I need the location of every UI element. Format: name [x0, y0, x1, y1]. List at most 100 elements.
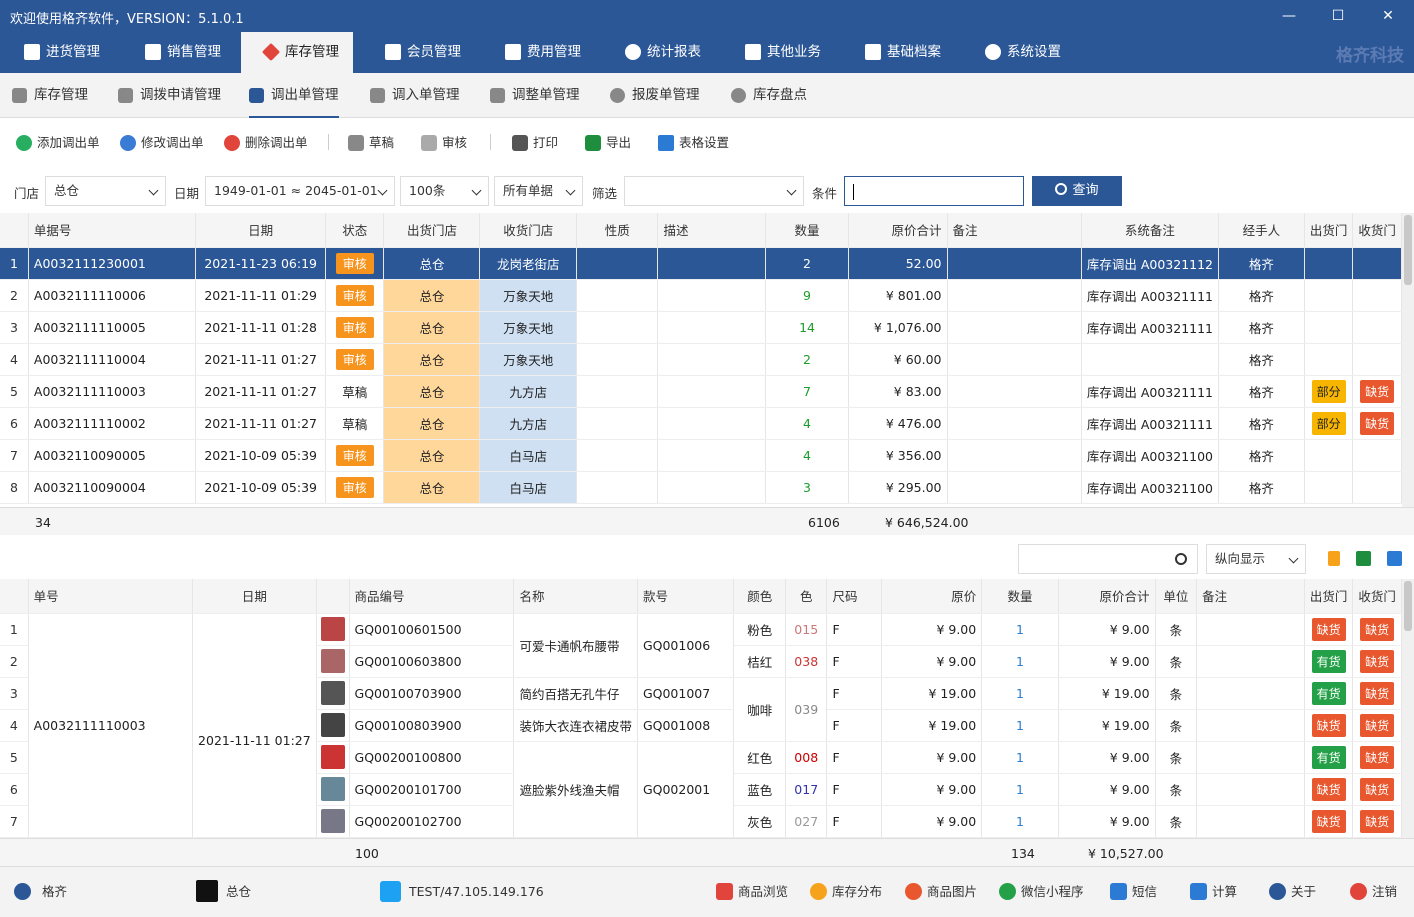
detail-search-input[interactable]	[1018, 544, 1198, 574]
stock-badge[interactable]: 缺货	[1311, 809, 1346, 833]
table-row[interactable]: 3 A0032111110005 2021-11-11 01:28 审核 总仓 万象天地 1…	[0, 311, 1402, 344]
table-row[interactable]: 2 A0032111110006 2021-11-11 01:29 审核 总仓 万象天地 9…	[0, 279, 1402, 312]
table-row[interactable]: 6 A0032111110002 2021-11-11 01:27 草稿 总仓 九方店 4 ¥…	[0, 407, 1402, 440]
stock-badge[interactable]: 缺货	[1360, 649, 1395, 673]
stock-badge[interactable]: 缺货	[1360, 713, 1395, 737]
user-item[interactable]: 格齐	[14, 883, 67, 901]
about-button[interactable]: 关于	[1269, 883, 1316, 901]
cell-image[interactable]	[316, 773, 350, 806]
col-price[interactable]: 原价	[881, 579, 983, 614]
col-in-store[interactable]: 收货门店	[479, 213, 578, 248]
col-name[interactable]: 名称	[513, 579, 638, 614]
col-style[interactable]: 款号	[637, 579, 735, 614]
mini-program-button[interactable]: 微信小程序	[999, 883, 1084, 901]
col-nature[interactable]: 性质	[576, 213, 659, 248]
col-date[interactable]: 日期	[195, 213, 326, 248]
table-row[interactable]: 8 A0032110090004 2021-10-09 05:39 审核 总仓 白马店 3 ¥…	[0, 471, 1402, 504]
col-doc-no[interactable]: 单号	[28, 579, 194, 614]
table-row[interactable]: 1 A0032111230001 2021-11-23 06:19 审核 总仓 龙岗老街店…	[0, 247, 1402, 280]
draft-button[interactable]: 草稿	[348, 134, 394, 152]
col-qty[interactable]: 数量	[981, 579, 1059, 614]
delete-button[interactable]: 删除调出单	[224, 134, 308, 152]
server-item[interactable]: TEST/47.105.149.176	[380, 881, 544, 902]
tab-stocktake[interactable]: 库存盘点	[731, 73, 807, 118]
col-in-door[interactable]: 收货门	[1352, 213, 1402, 248]
tab-transfer-in[interactable]: 调入单管理	[370, 73, 460, 118]
col-total[interactable]: 原价合计	[848, 213, 948, 248]
approve-button[interactable]: 审核	[421, 134, 467, 152]
logout-button[interactable]: 注销	[1350, 883, 1397, 901]
excel-icon[interactable]	[1356, 551, 1371, 566]
calculator-button[interactable]: 计算	[1190, 883, 1237, 901]
cell-image[interactable]	[316, 613, 350, 646]
scroll-thumb[interactable]	[1404, 581, 1412, 631]
stock-badge[interactable]: 有货	[1311, 745, 1346, 769]
col-color-code[interactable]: 色	[785, 579, 828, 614]
cell-image[interactable]	[316, 741, 350, 774]
table-row[interactable]: 5 A0032111110003 2021-11-11 01:27 草稿 总仓 九方店 7 ¥…	[0, 375, 1402, 408]
col-size[interactable]: 尺码	[826, 579, 882, 614]
stock-badge[interactable]: 缺货	[1360, 809, 1395, 833]
out-of-stock-badge[interactable]: 缺货	[1360, 379, 1395, 403]
add-button[interactable]: 添加调出单	[16, 134, 100, 152]
stock-badge[interactable]: 缺货	[1360, 745, 1395, 769]
screen-select[interactable]	[624, 176, 804, 206]
col-sys-remark[interactable]: 系统备注	[1081, 213, 1220, 248]
menu-reports[interactable]: 统计报表	[623, 32, 701, 73]
cell-image[interactable]	[316, 645, 350, 678]
menu-purchase[interactable]: 进货管理	[22, 32, 100, 73]
col-qty[interactable]: 数量	[765, 213, 849, 248]
table-row[interactable]: 4 A0032111110004 2021-11-11 01:27 审核 总仓 万象天地 2…	[0, 343, 1402, 376]
col-image[interactable]	[316, 579, 350, 614]
menu-settings[interactable]: 系统设置	[983, 32, 1061, 73]
minimize-button[interactable]: —	[1277, 6, 1301, 26]
scroll-thumb[interactable]	[1404, 215, 1412, 285]
product-browse-button[interactable]: 商品浏览	[716, 883, 788, 901]
menu-inventory[interactable]: 库存管理	[241, 32, 353, 73]
menu-other[interactable]: 其他业务	[743, 32, 821, 73]
tab-scrap[interactable]: 报废单管理	[610, 73, 700, 118]
col-desc[interactable]: 描述	[657, 213, 767, 248]
lower-scrollbar[interactable]	[1402, 579, 1414, 838]
stock-badge[interactable]: 有货	[1311, 649, 1346, 673]
col-out-store[interactable]: 出货门店	[383, 213, 481, 248]
close-button[interactable]: ✕	[1376, 6, 1400, 26]
query-button[interactable]: 查询	[1032, 176, 1122, 206]
date-range-select[interactable]: 1949-01-01 ≈ 2045-01-01	[205, 176, 395, 206]
menu-member[interactable]: 会员管理	[383, 32, 461, 73]
stock-badge[interactable]: 缺货	[1311, 617, 1346, 641]
col-status[interactable]: 状态	[325, 213, 385, 248]
partial-badge[interactable]: 部分	[1311, 379, 1346, 403]
print-button[interactable]: 打印	[512, 134, 558, 152]
stock-badge[interactable]: 缺货	[1311, 713, 1346, 737]
view-mode-select[interactable]: 纵向显示	[1206, 544, 1306, 574]
file-icon[interactable]	[1328, 551, 1340, 566]
table-row[interactable]: 1 A0032111110003 2021-11-11 01:27 GQ0010060…	[0, 613, 1402, 838]
stock-badge[interactable]: 缺货	[1360, 777, 1395, 801]
store-select[interactable]: 总仓	[45, 176, 166, 206]
col-sku[interactable]: 商品编号	[349, 579, 515, 614]
condition-input[interactable]	[844, 176, 1024, 206]
out-of-stock-badge[interactable]: 缺货	[1360, 411, 1395, 435]
stock-badge[interactable]: 有货	[1311, 681, 1346, 705]
maximize-button[interactable]: ☐	[1326, 6, 1350, 26]
partial-badge[interactable]: 部分	[1311, 411, 1346, 435]
col-remark[interactable]: 备注	[1196, 579, 1305, 614]
upper-scrollbar[interactable]	[1402, 213, 1414, 507]
cell-image[interactable]	[316, 709, 350, 742]
doc-type-select[interactable]: 所有单据	[494, 176, 583, 206]
tab-adjust[interactable]: 调整单管理	[490, 73, 580, 118]
export-button[interactable]: 导出	[585, 134, 631, 152]
table-settings-button[interactable]: 表格设置	[658, 134, 729, 152]
stock-distribution-button[interactable]: 库存分布	[810, 883, 882, 901]
stock-badge[interactable]: 缺货	[1311, 777, 1346, 801]
cell-image[interactable]	[316, 677, 350, 710]
col-handler[interactable]: 经手人	[1218, 213, 1305, 248]
store-item[interactable]: 总仓	[196, 880, 251, 902]
count-select[interactable]: 100条	[400, 176, 489, 206]
stock-badge[interactable]: 缺货	[1360, 617, 1395, 641]
col-total[interactable]: 原价合计	[1058, 579, 1156, 614]
col-out-door[interactable]: 出货门	[1304, 579, 1354, 614]
tab-transfer-request[interactable]: 调拨申请管理	[118, 73, 221, 118]
tab-inventory[interactable]: 库存管理	[12, 73, 88, 118]
